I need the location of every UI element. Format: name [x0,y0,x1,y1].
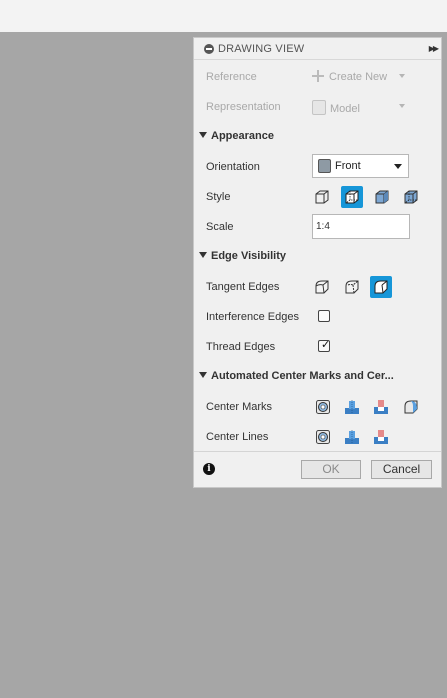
edge-visibility-section-header[interactable]: Edge Visibility [194,246,441,268]
style-shaded-hidden-edges-button[interactable] [400,186,422,208]
center-marks-row: Center Marks [194,392,441,422]
style-label: Style [206,191,231,203]
appearance-section-header[interactable]: Appearance [194,126,441,148]
interference-edges-row: Interference Edges [194,302,441,332]
cube-icon [312,100,326,115]
orientation-value: Front [335,160,361,172]
checkmark-icon: ✓ [321,339,331,351]
representation-dropdown: Model [312,100,405,115]
center-marks-section-header[interactable]: Automated Center Marks and Cer... [194,366,441,388]
plus-icon [312,70,324,82]
orientation-row: Orientation Front [194,152,441,182]
panel-footer: i OK Cancel [194,451,441,487]
shaded-icon [375,190,389,204]
shaded-hidden-edges-icon [404,190,418,204]
extrude-icon [345,400,359,414]
hole-icon [316,400,330,414]
center-lines-cut-button[interactable] [370,426,392,448]
center-marks-label: Center Marks [206,401,273,413]
cube-icon [318,159,331,173]
fillet-icon [404,400,418,414]
representation-label: Representation [206,101,281,113]
orientation-label: Orientation [206,161,260,173]
style-shaded-button[interactable] [371,186,393,208]
center-marks-section-title: Automated Center Marks and Cer... [211,370,394,382]
representation-row: Representation Model [194,92,441,122]
tangent-edges-label: Tangent Edges [206,281,280,293]
visible-hidden-edges-icon [345,190,359,204]
panel-header: DRAWING VIEW ▶▶ [194,38,441,60]
chevron-down-icon [394,164,402,169]
panel-title: DRAWING VIEW [218,43,305,55]
tangent-full-length-button[interactable] [311,276,333,298]
collapse-triangle-icon [199,372,207,378]
tangent-shortened-button[interactable] [341,276,363,298]
edge-visibility-section-title: Edge Visibility [211,250,286,262]
center-marks-extrude-button[interactable] [341,396,363,418]
off-icon [374,280,388,294]
thread-edges-checkbox[interactable]: ✓ [318,339,331,352]
scale-label: Scale [206,221,234,233]
collapse-triangle-icon [199,252,207,258]
reference-label: Reference [206,71,257,83]
center-marks-fillet-button[interactable] [400,396,422,418]
shortened-icon [345,280,359,294]
extrude-icon [345,430,359,444]
style-visible-hidden-edges-button[interactable] [341,186,363,208]
appearance-section-title: Appearance [211,130,274,142]
scale-row: Scale 1:4 [194,212,441,242]
drawing-view-panel: DRAWING VIEW ▶▶ Reference Create New Rep… [193,37,442,488]
orientation-select[interactable]: Front [312,154,409,178]
tangent-off-button[interactable] [370,276,392,298]
info-icon[interactable]: i [203,463,215,475]
chevron-down-icon [399,74,405,78]
cut-icon [374,430,388,444]
chevron-down-icon [399,104,405,108]
style-visible-edges-button[interactable] [311,186,333,208]
tangent-edges-row: Tangent Edges [194,272,441,302]
center-marks-holes-button[interactable] [312,396,334,418]
scale-input[interactable]: 1:4 [312,214,410,239]
minus-circle-icon[interactable] [204,44,214,54]
style-row: Style [194,182,441,212]
center-lines-extrude-button[interactable] [341,426,363,448]
interference-edges-checkbox[interactable] [318,310,330,322]
thread-edges-row: Thread Edges ✓ [194,332,441,362]
full-length-icon [315,280,329,294]
ok-button[interactable]: OK [301,460,361,479]
interference-edges-label: Interference Edges [206,311,299,323]
cancel-button[interactable]: Cancel [371,460,432,479]
center-lines-label: Center Lines [206,431,269,443]
create-new-dropdown: Create New [312,70,405,83]
center-lines-holes-button[interactable] [312,426,334,448]
top-bar [0,0,447,32]
center-marks-cut-button[interactable] [370,396,392,418]
thread-edges-label: Thread Edges [206,341,276,353]
center-lines-row: Center Lines [194,422,441,452]
visible-edges-icon [315,190,329,204]
collapse-triangle-icon [199,132,207,138]
reference-row: Reference Create New [194,62,441,92]
hole-icon [316,430,330,444]
expand-panel-icon[interactable]: ▶▶ [429,44,439,53]
cut-icon [374,400,388,414]
